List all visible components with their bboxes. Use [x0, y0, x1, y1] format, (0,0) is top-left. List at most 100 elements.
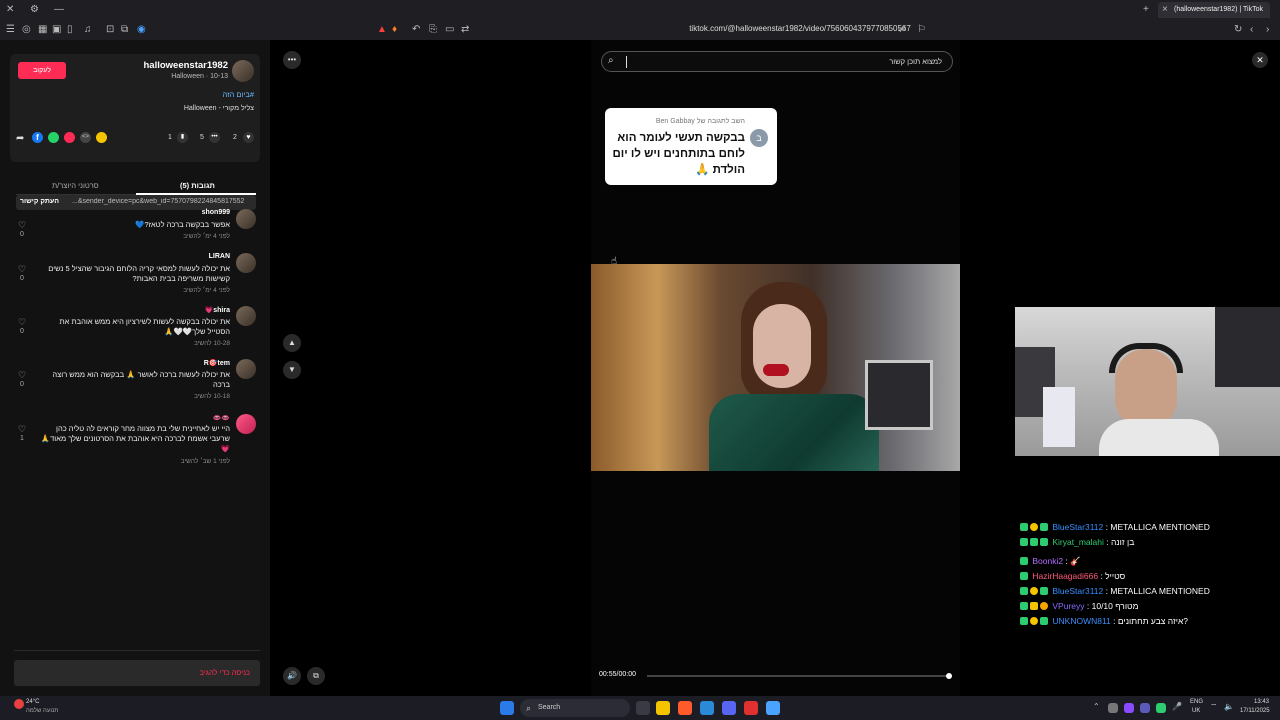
commenter-avatar[interactable] [236, 253, 256, 273]
brave-icon[interactable]: ♦ [392, 24, 397, 36]
comment-like-icon[interactable]: ♡ [16, 317, 28, 328]
discord-icon[interactable] [722, 701, 736, 715]
grid-icon[interactable]: ▦ [38, 24, 47, 36]
send-icon[interactable] [64, 132, 75, 143]
chat-username[interactable]: UNKNOWN811 [1052, 616, 1110, 626]
comment-username[interactable]: R🎯tem [204, 359, 230, 367]
reload-icon[interactable]: ↻ [1234, 24, 1242, 36]
commenter-avatar[interactable] [236, 306, 256, 326]
volume-icon[interactable]: 🔈 [1224, 702, 1234, 711]
taskbar-search[interactable]: ⌕ Search [520, 699, 630, 717]
comment-icon[interactable]: ••• [209, 132, 220, 143]
back-arrow-icon[interactable]: ↶ [412, 24, 420, 36]
tray-icon[interactable] [1140, 703, 1150, 713]
screenshot-icon[interactable]: ⊡ [106, 24, 114, 36]
close-tab-icon[interactable]: × [1162, 4, 1168, 16]
music-icon[interactable]: ♫ [84, 24, 92, 36]
forward-icon[interactable]: › [1266, 24, 1269, 36]
save-icon[interactable]: ▮ [177, 132, 188, 143]
emoji-share-icon[interactable] [96, 132, 107, 143]
sidebar-icon[interactable]: ▯ [67, 24, 73, 36]
alert-icon[interactable]: ▲ [377, 24, 387, 36]
language-indicator[interactable]: ENG [1190, 699, 1203, 705]
commenter-avatar[interactable] [236, 359, 256, 379]
shield-icon[interactable]: ◎ [22, 24, 31, 36]
wifi-icon[interactable]: ⌔ [1210, 702, 1218, 712]
obs-icon[interactable] [744, 701, 758, 715]
app-icon[interactable] [766, 701, 780, 715]
video-frame[interactable] [591, 264, 960, 471]
pip-button[interactable]: ⧉ [307, 667, 325, 685]
wifi-icon[interactable]: ◉ [137, 24, 146, 36]
chat-username[interactable]: BlueStar3112 [1052, 522, 1103, 532]
bookmark-icon[interactable]: ⚐ [917, 24, 926, 36]
pip-icon[interactable]: ⇄ [461, 24, 469, 36]
comment-username[interactable]: shon999 [202, 209, 230, 216]
new-tab-icon[interactable]: + [1143, 4, 1149, 16]
settings-icon[interactable]: ⚙ [30, 4, 39, 16]
start-icon[interactable] [500, 701, 514, 715]
steam-icon[interactable] [700, 701, 714, 715]
commenter-avatar[interactable] [236, 209, 256, 229]
chat-username[interactable]: BlueStar3112 [1052, 586, 1103, 596]
tray-icon[interactable] [1124, 703, 1134, 713]
embed-icon[interactable]: <> [80, 132, 91, 143]
more-options-button[interactable]: ••• [283, 51, 301, 69]
comment-like-icon[interactable]: ♡ [16, 264, 28, 275]
menu-icon[interactable]: ☰ [6, 24, 15, 36]
weather-temp[interactable]: 24°C [26, 699, 39, 705]
file-explorer-icon[interactable] [656, 701, 670, 715]
comment-like-icon[interactable]: ♡ [16, 220, 28, 231]
creator-username[interactable]: halloweenstar1982 [144, 60, 229, 71]
chat-username[interactable]: Kiryat_malahi [1052, 537, 1104, 547]
tray-icon[interactable] [1156, 703, 1166, 713]
share-arrow-icon[interactable]: ➦ [16, 133, 24, 145]
mic-icon[interactable]: 🎤 [1172, 702, 1182, 711]
comment-username[interactable]: 👄👄 [213, 414, 230, 422]
follow-button[interactable]: לעקוב [18, 62, 66, 79]
search-input[interactable]: למצוא תוכן קשור [889, 57, 942, 66]
whatsapp-icon[interactable] [48, 132, 59, 143]
like-icon[interactable]: ♥ [243, 132, 254, 143]
tab-tiktok[interactable]: (halloweenstar1982) | TikTok [1158, 2, 1270, 18]
commenter-avatar[interactable] [236, 414, 256, 434]
tab-comments[interactable]: תגובות (5) [180, 181, 215, 190]
hashtag-link[interactable]: #ביום הזה [222, 90, 254, 99]
window-icon[interactable]: ▣ [52, 24, 61, 36]
tab-creator-videos[interactable]: סרטוני היוצר/ת [52, 181, 99, 190]
chat-username[interactable]: VPureyy [1052, 601, 1084, 611]
progress-bar[interactable] [647, 673, 952, 679]
progress-handle[interactable] [946, 673, 952, 679]
login-to-comment-link[interactable]: כניסה כדי להגיב [200, 668, 251, 677]
tray-icon[interactable] [1108, 703, 1118, 713]
comment-like-icon[interactable]: ♡ [16, 424, 28, 435]
address-bar[interactable]: tiktok.com/@halloweenstar1982/video/7560… [640, 22, 960, 36]
comment-username[interactable]: shira💗 [205, 306, 230, 314]
minimize-icon[interactable]: — [54, 4, 64, 16]
chevron-up-icon[interactable]: ⌃ [1093, 702, 1100, 711]
comment-like-icon[interactable]: ♡ [16, 370, 28, 381]
sound-link[interactable]: צליל מקורי - Halloween [184, 105, 254, 112]
previous-video-button[interactable]: ▲ [283, 334, 301, 352]
tune-icon[interactable]: ⇌ [898, 24, 906, 36]
chat-username[interactable]: HazirHaagadi666 [1032, 571, 1098, 581]
copy-link-button[interactable]: העתק קישור [20, 198, 59, 205]
next-video-button[interactable]: ▼ [283, 361, 301, 379]
extension-icon[interactable]: ⧉ [121, 24, 128, 36]
reply-box[interactable]: כניסה כדי להגיב [14, 660, 260, 686]
volume-button[interactable]: 🔊 [283, 667, 301, 685]
cast-icon[interactable]: ▭ [445, 24, 454, 36]
comment-username[interactable]: LIRAN [209, 253, 230, 260]
back-icon[interactable]: ‹ [1250, 24, 1253, 36]
task-view-icon[interactable] [636, 701, 650, 715]
close-window-icon[interactable]: ✕ [6, 4, 14, 16]
related-search-bar[interactable]: ⌕ למצוא תוכן קשור [601, 51, 953, 72]
copy-icon[interactable]: ⎘ [429, 24, 437, 36]
chat-username[interactable]: Boonki2 [1032, 556, 1063, 566]
creator-avatar[interactable] [232, 60, 254, 82]
close-video-button[interactable]: ✕ [1252, 52, 1268, 68]
weather-alert-icon[interactable] [14, 699, 24, 709]
facebook-icon[interactable]: f [32, 132, 43, 143]
brave-browser-icon[interactable] [678, 701, 692, 715]
clock-time[interactable]: 13:43 [1254, 699, 1269, 705]
